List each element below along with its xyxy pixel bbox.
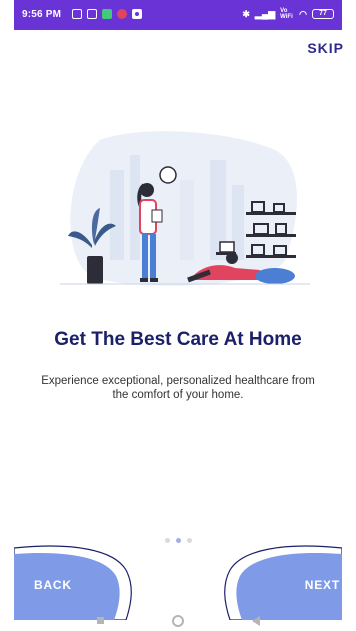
onboarding-subtitle: Experience exceptional, personalized hea…	[41, 375, 315, 401]
alarm-icon	[87, 9, 97, 19]
status-bar: 9:56 PM ✱ ▂▄▆ Vo WiFi ◠ 77	[14, 0, 342, 30]
back-triangle-icon[interactable]	[251, 615, 260, 626]
wifi-icon: ◠	[299, 8, 307, 19]
system-icons: ✱ ▂▄▆ Vo WiFi ◠ 77	[242, 8, 334, 20]
camera-app-icon	[132, 9, 142, 19]
skip-button[interactable]: SKIP	[307, 40, 344, 56]
next-label: NEXT	[304, 578, 340, 592]
notification-icon	[72, 9, 82, 19]
system-navigation-bar	[0, 610, 356, 631]
next-button[interactable]: NEXT	[212, 540, 342, 620]
page-dot-1	[164, 538, 170, 543]
status-time: 9:56 PM	[22, 9, 62, 20]
notification-app-icon	[117, 9, 127, 19]
back-button[interactable]: BACK	[14, 540, 144, 620]
page-dot-3	[186, 538, 192, 543]
notification-icons	[72, 9, 142, 19]
page-dot-2-active	[175, 538, 181, 543]
battery-icon: 77	[312, 9, 334, 19]
home-icon[interactable]	[171, 614, 184, 627]
message-app-icon	[102, 9, 112, 19]
recents-icon[interactable]	[96, 617, 104, 624]
home-care-illustration	[60, 130, 310, 292]
signal-icon: ▂▄▆	[254, 8, 276, 19]
bluetooth-icon: ✱	[242, 8, 250, 19]
onboarding-headline: Get The Best Care At Home	[54, 329, 302, 350]
vowifi-icon: Vo WiFi	[280, 8, 293, 20]
back-label: BACK	[34, 578, 72, 592]
